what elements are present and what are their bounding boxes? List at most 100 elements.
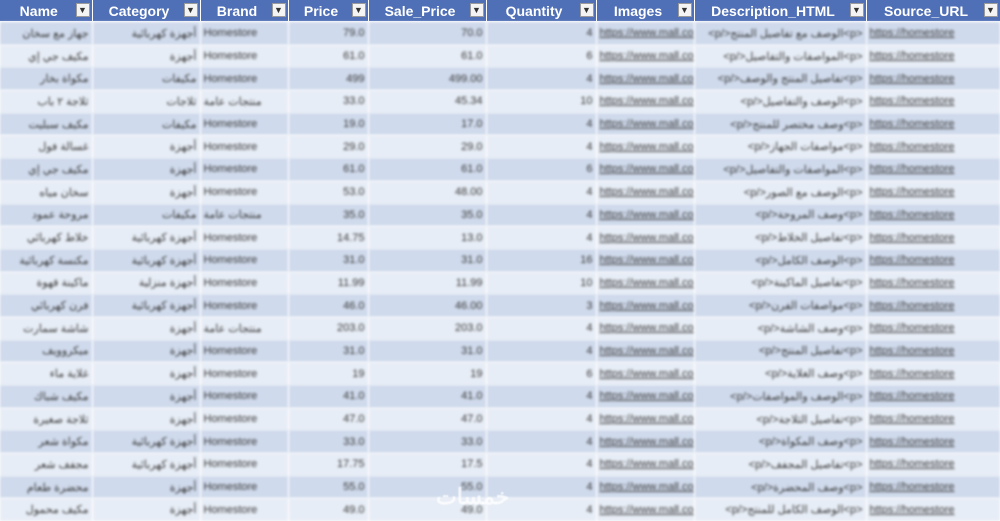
filter-dropdown-icon[interactable]: ▼: [352, 3, 366, 17]
images-cell[interactable]: https://www.mall.com/img/1: [596, 408, 694, 431]
images-cell[interactable]: https://www.mall.com/img/3: [596, 67, 694, 90]
source-url-cell[interactable]: https://homestore: [866, 90, 1000, 113]
source-url-cell[interactable]: https://homestore: [866, 113, 1000, 136]
table-row[interactable]: مكيف شباكأجهزةHomestore41.041.04https://…: [0, 385, 1000, 408]
column-header-name[interactable]: Name▼: [0, 0, 92, 22]
images-cell[interactable]: https://www.mall.com/img/5: [596, 226, 694, 249]
filter-dropdown-icon[interactable]: ▼: [580, 3, 594, 17]
filter-dropdown-icon[interactable]: ▼: [850, 3, 864, 17]
images-cell[interactable]: https://www.mall.com/img/5: [596, 90, 694, 113]
filter-dropdown-icon[interactable]: ▼: [76, 3, 90, 17]
source-url-cell[interactable]: https://homestore: [866, 181, 1000, 204]
source-url-cell[interactable]: https://homestore: [866, 340, 1000, 363]
brand-cell: Homestore: [200, 45, 288, 68]
source-url-cell[interactable]: https://homestore: [866, 226, 1000, 249]
table-row[interactable]: ميكروويفأجهزةHomestore31.031.04https://w…: [0, 340, 1000, 363]
price-cell: 33.0: [288, 90, 368, 113]
source-url-cell[interactable]: https://homestore: [866, 272, 1000, 295]
filter-dropdown-icon[interactable]: ▼: [184, 3, 198, 17]
category-cell: أجهزة كهربائية: [92, 226, 200, 249]
column-header-sale-price[interactable]: Sale_Price▼: [368, 0, 486, 22]
images-cell[interactable]: https://www.mall.com/img/2: [596, 135, 694, 158]
images-cell[interactable]: https://www.mall.com/img/3: [596, 385, 694, 408]
table-row[interactable]: ثلاجة ٢ بابثلاجاتمنتجات عامة33.045.3410h…: [0, 90, 1000, 113]
source-url-cell[interactable]: https://homestore: [866, 67, 1000, 90]
column-header-source-url[interactable]: Source_URL ▼: [866, 0, 1000, 22]
filter-dropdown-icon[interactable]: ▼: [470, 3, 484, 17]
price-cell: 29.0: [288, 135, 368, 158]
images-cell[interactable]: https://www.mall.com/img/6: [596, 22, 694, 45]
source-url-cell[interactable]: https://homestore: [866, 408, 1000, 431]
images-cell[interactable]: https://www.mall.com/img/7: [596, 476, 694, 499]
source-url-cell[interactable]: https://homestore: [866, 362, 1000, 385]
column-header-quantity[interactable]: Quantity▼: [486, 0, 596, 22]
table-row[interactable]: مكيف جي إيأجهزةHomestore61.061.06https:/…: [0, 45, 1000, 68]
table-row[interactable]: ثلاجة صغيرةأجهزةHomestore47.047.04https:…: [0, 408, 1000, 431]
table-row[interactable]: مروحة عمودمكيفاتمنتجات عامة35.035.04http…: [0, 204, 1000, 227]
images-cell[interactable]: https://www.mall.com/img/4: [596, 272, 694, 295]
quantity-cell: 4: [486, 408, 596, 431]
source-url-cell[interactable]: https://homestore: [866, 453, 1000, 476]
table-row[interactable]: مكيف جي إيأجهزةHomestore61.061.06https:/…: [0, 158, 1000, 181]
images-cell[interactable]: https://www.mall.com/img/2: [596, 362, 694, 385]
source-url-cell[interactable]: https://homestore: [866, 22, 1000, 45]
column-header-images[interactable]: Images ▼: [596, 0, 694, 22]
filter-dropdown-icon[interactable]: ▼: [272, 3, 286, 17]
price-cell: 31.0: [288, 340, 368, 363]
images-cell[interactable]: https://www.mall.com/img/9: [596, 181, 694, 204]
table-row[interactable]: مجفف شعرأجهزة كهربائيةHomestore17.7517.5…: [0, 453, 1000, 476]
images-cell[interactable]: https://www.mall.com/img/6: [596, 294, 694, 317]
source-url-cell[interactable]: https://homestore: [866, 204, 1000, 227]
table-row[interactable]: محضرة طعامأجهزةHomestore55.055.04https:/…: [0, 476, 1000, 499]
brand-cell: Homestore: [200, 385, 288, 408]
price-cell: 41.0: [288, 385, 368, 408]
source-url-cell[interactable]: https://homestore: [866, 158, 1000, 181]
table-row[interactable]: مكيف سبليتمكيفاتHomestore19.017.04https:…: [0, 113, 1000, 136]
price-cell: 203.0: [288, 317, 368, 340]
column-header-brand[interactable]: Brand▼: [200, 0, 288, 22]
images-cell[interactable]: https://www.mall.com/img/5: [596, 317, 694, 340]
description-html-cell: <p>الوصف مع الصور</p>: [694, 181, 866, 204]
table-row[interactable]: غسالة فولأجهزةHomestore29.029.04https://…: [0, 135, 1000, 158]
price-cell: 31.0: [288, 249, 368, 272]
images-cell[interactable]: https://www.mall.com/img/8: [596, 45, 694, 68]
source-url-cell[interactable]: https://homestore: [866, 430, 1000, 453]
images-cell[interactable]: https://www.mall.com/img/1: [596, 113, 694, 136]
source-url-cell[interactable]: https://homestore: [866, 294, 1000, 317]
column-header-price[interactable]: Price▼: [288, 0, 368, 22]
table-row[interactable]: فرن كهربائيأجهزة كهربائيةHomestore46.046…: [0, 294, 1000, 317]
description-html-cell: <p>الوصف والمواصفات</p>: [694, 385, 866, 408]
column-header-category[interactable]: Category▼: [92, 0, 200, 22]
source-url-cell[interactable]: https://homestore: [866, 45, 1000, 68]
quantity-cell: 4: [486, 476, 596, 499]
quantity-cell: 4: [486, 204, 596, 227]
filter-dropdown-icon[interactable]: ▼: [984, 3, 998, 17]
description-html-cell: <p>وصف المروحة</p>: [694, 204, 866, 227]
table-row[interactable]: شاشة سمارتأجهزةمنتجات عامة203.0203.04htt…: [0, 317, 1000, 340]
source-url-cell[interactable]: https://homestore: [866, 135, 1000, 158]
images-cell[interactable]: https://www.mall.com/img/7: [596, 249, 694, 272]
table-row[interactable]: مكنسة كهربائيةأجهزة كهربائيةHomestore31.…: [0, 249, 1000, 272]
brand-cell: منتجات عامة: [200, 317, 288, 340]
table-row[interactable]: جهاز مع سخانأجهزة كهربائيةHomestore79.07…: [0, 22, 1000, 45]
images-cell[interactable]: https://www.mall.com/img/6: [596, 340, 694, 363]
table-row[interactable]: خلاط كهربائيأجهزة كهربائيةHomestore14.75…: [0, 226, 1000, 249]
column-header-description-html[interactable]: Description_HTML▼: [694, 0, 866, 22]
column-header-label: Images: [614, 3, 662, 19]
images-cell[interactable]: https://www.mall.com/img/6: [596, 453, 694, 476]
images-cell[interactable]: https://www.mall.com/img/5: [596, 430, 694, 453]
filter-dropdown-icon[interactable]: ▼: [678, 3, 692, 17]
table-row[interactable]: مكواة شعرأجهزة كهربائيةHomestore33.033.0…: [0, 430, 1000, 453]
images-cell[interactable]: https://www.mall.com/img/5: [596, 204, 694, 227]
source-url-cell[interactable]: https://homestore: [866, 385, 1000, 408]
source-url-cell[interactable]: https://homestore: [866, 317, 1000, 340]
source-url-cell[interactable]: https://homestore: [866, 476, 1000, 499]
images-cell[interactable]: https://www.mall.com/img/8: [596, 158, 694, 181]
table-row[interactable]: سخان مياهأجهزةHomestore53.048.004https:/…: [0, 181, 1000, 204]
source-url-cell[interactable]: https://homestore: [866, 249, 1000, 272]
table-body: جهاز مع سخانأجهزة كهربائيةHomestore79.07…: [0, 22, 1000, 521]
table-row[interactable]: غلاية ماءأجهزةHomestore19196https://www.…: [0, 362, 1000, 385]
table-row[interactable]: مكواة بخارمكيفاتHomestore499499.004https…: [0, 67, 1000, 90]
column-header-label: Source_URL: [884, 3, 968, 19]
table-row[interactable]: ماكينة قهوةأجهزة منزليةHomestore11.9911.…: [0, 272, 1000, 295]
